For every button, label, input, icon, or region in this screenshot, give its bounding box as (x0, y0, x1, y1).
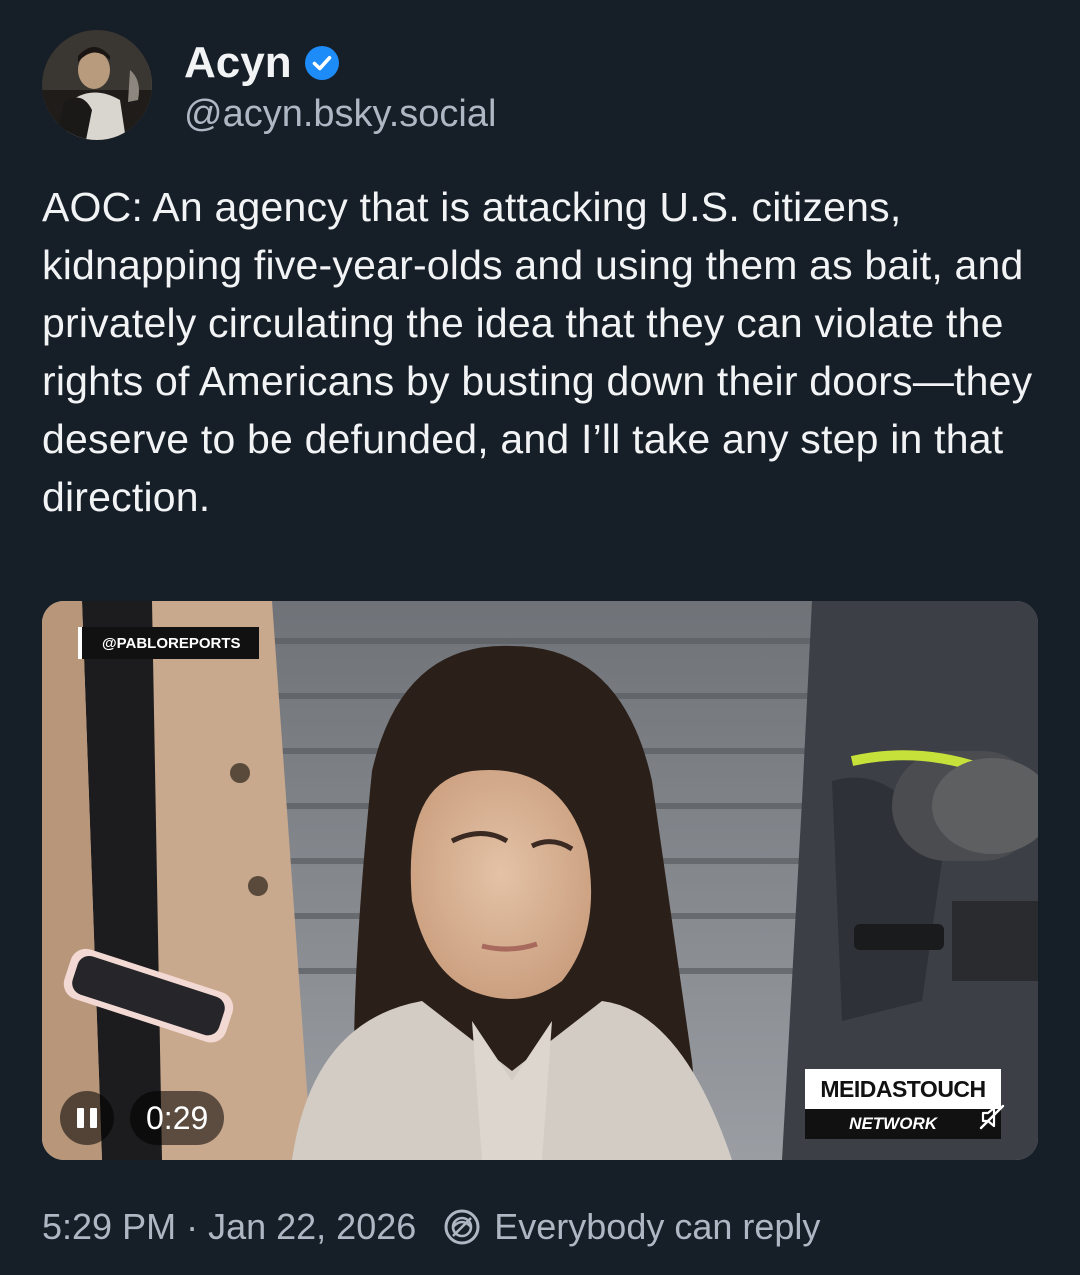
author-display-name[interactable]: Acyn (184, 38, 292, 88)
video-time: 0:29 (130, 1091, 225, 1145)
reply-settings-icon (444, 1209, 480, 1245)
post-date[interactable]: Jan 22, 2026 (208, 1206, 416, 1248)
verified-badge-icon (304, 46, 339, 80)
post-footer: 5:29 PM · Jan 22, 2026 Everybody can rep… (42, 1206, 820, 1248)
post-time[interactable]: 5:29 PM (42, 1206, 176, 1248)
author-avatar[interactable] (42, 30, 152, 140)
pause-icon (77, 1108, 97, 1128)
video-player[interactable]: @PABLOREPORTS 0:29 MEIDASTOUCH NETWORK (42, 601, 1038, 1160)
mute-icon (979, 1104, 1005, 1130)
pause-button[interactable] (60, 1091, 114, 1145)
author-handle[interactable]: @acyn.bsky.social (184, 93, 496, 136)
reply-setting-label[interactable]: Everybody can reply (494, 1206, 820, 1248)
mute-button[interactable] (970, 1095, 1014, 1139)
post-text: AOC: An agency that is attacking U.S. ci… (42, 184, 1033, 520)
author-name-row: Acyn (184, 38, 340, 88)
post-card: Acyn @acyn.bsky.social AOC: An agency th… (0, 0, 1080, 1275)
footer-separator: · (186, 1206, 199, 1247)
avatar-photo (42, 30, 152, 140)
source-watermark: @PABLOREPORTS (78, 627, 259, 659)
